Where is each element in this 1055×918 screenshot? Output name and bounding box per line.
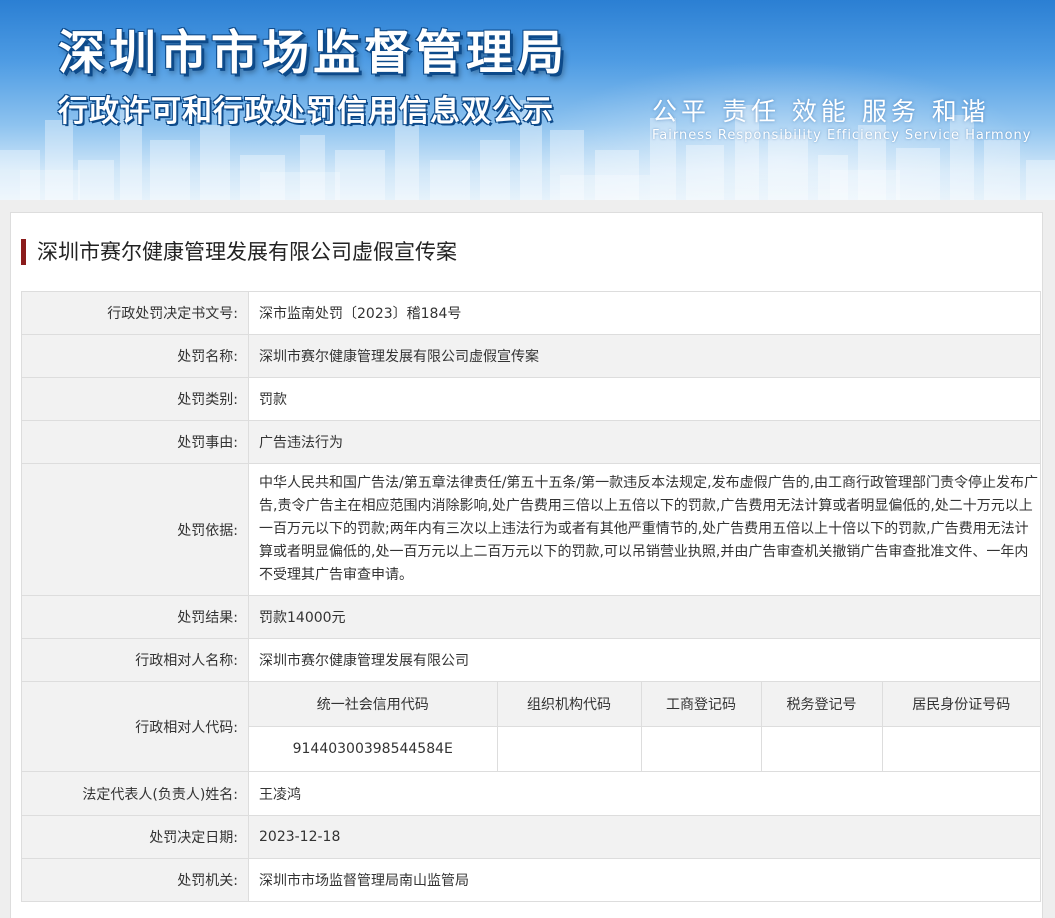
page-title: 深圳市赛尔健康管理发展有限公司虚假宣传案 xyxy=(21,239,457,265)
org-code-value xyxy=(497,726,642,771)
row-legal-rep: 法定代表人(负责人)姓名: 王凌鸿 xyxy=(21,771,1041,816)
penalty-type-value: 罚款 xyxy=(248,377,1041,421)
code-header: 税务登记号 xyxy=(761,682,883,727)
row-party-code: 行政相对人代码: 统一社会信用代码 组织机构代码 工商登记码 税务登记号 居民身… xyxy=(21,681,1041,772)
field-label: 处罚类别: xyxy=(21,377,249,421)
penalty-name-value: 深圳市赛尔健康管理发展有限公司虚假宣传案 xyxy=(248,334,1041,378)
row-penalty-reason: 处罚事由: 广告违法行为 xyxy=(21,420,1041,464)
header-banner: 深圳市市场监督管理局 行政许可和行政处罚信用信息双公示 公平 责任 效能 服务 … xyxy=(0,0,1055,200)
row-party-name: 行政相对人名称: 深圳市赛尔健康管理发展有限公司 xyxy=(21,638,1041,682)
penalty-result-value: 罚款14000元 xyxy=(248,595,1041,639)
row-penalty-result: 处罚结果: 罚款14000元 xyxy=(21,595,1041,639)
field-label: 行政相对人代码: xyxy=(21,681,249,772)
id-number-value xyxy=(882,726,1040,771)
field-label: 处罚依据: xyxy=(21,463,249,596)
row-authority: 处罚机关: 深圳市市场监督管理局南山监管局 xyxy=(21,858,1041,902)
code-header: 统一社会信用代码 xyxy=(249,682,498,727)
penalty-reason-value: 广告违法行为 xyxy=(248,420,1041,464)
row-decision-no: 行政处罚决定书文号: 深市监南处罚〔2023〕稽184号 xyxy=(21,291,1041,335)
party-code-cell: 统一社会信用代码 组织机构代码 工商登记码 税务登记号 居民身份证号码 9144… xyxy=(248,681,1041,772)
row-penalty-name: 处罚名称: 深圳市赛尔健康管理发展有限公司虚假宣传案 xyxy=(21,334,1041,378)
tax-reg-value xyxy=(761,726,883,771)
penalty-basis-value: 中华人民共和国广告法/第五章法律责任/第五十五条/第一款违反本法规定,发布虚假广… xyxy=(248,463,1041,596)
code-header-row: 统一社会信用代码 组织机构代码 工商登记码 税务登记号 居民身份证号码 xyxy=(249,682,1040,727)
row-penalty-type: 处罚类别: 罚款 xyxy=(21,377,1041,421)
business-reg-value xyxy=(641,726,762,771)
content-panel: 深圳市赛尔健康管理发展有限公司虚假宣传案 行政处罚决定书文号: 深市监南处罚〔2… xyxy=(10,212,1043,918)
code-header: 组织机构代码 xyxy=(497,682,642,727)
field-label: 处罚名称: xyxy=(21,334,249,378)
penalty-info-table: 行政处罚决定书文号: 深市监南处罚〔2023〕稽184号 处罚名称: 深圳市赛尔… xyxy=(21,291,1041,902)
decision-date-value: 2023-12-18 xyxy=(248,815,1041,859)
credit-code-value: 91440300398544584E xyxy=(249,726,498,771)
field-label: 处罚机关: xyxy=(21,858,249,902)
field-label: 行政相对人名称: xyxy=(21,638,249,682)
party-code-table: 统一社会信用代码 组织机构代码 工商登记码 税务登记号 居民身份证号码 9144… xyxy=(249,682,1040,771)
slogan-english: Fairness Responsibility Efficiency Servi… xyxy=(652,128,1032,143)
field-label: 处罚决定日期: xyxy=(21,815,249,859)
party-name-value: 深圳市赛尔健康管理发展有限公司 xyxy=(248,638,1041,682)
field-label: 处罚结果: xyxy=(21,595,249,639)
code-value-row: 91440300398544584E xyxy=(249,726,1040,771)
field-label: 法定代表人(负责人)姓名: xyxy=(21,771,249,816)
legal-rep-value: 王凌鸿 xyxy=(248,771,1041,816)
banner-subtitle: 行政许可和行政处罚信用信息双公示 xyxy=(58,94,554,129)
field-label: 处罚事由: xyxy=(21,420,249,464)
code-header: 工商登记码 xyxy=(641,682,762,727)
decision-number-value: 深市监南处罚〔2023〕稽184号 xyxy=(248,291,1041,335)
authority-value: 深圳市市场监督管理局南山监管局 xyxy=(248,858,1041,902)
agency-title: 深圳市市场监督管理局 xyxy=(58,26,568,81)
row-decision-date: 处罚决定日期: 2023-12-18 xyxy=(21,815,1041,859)
code-header: 居民身份证号码 xyxy=(882,682,1040,727)
slogan-chinese: 公平 责任 效能 服务 和谐 xyxy=(652,97,990,126)
field-label: 行政处罚决定书文号: xyxy=(21,291,249,335)
slogan: 公平 责任 效能 服务 和谐 Fairness Responsibility E… xyxy=(652,92,1032,143)
row-penalty-basis: 处罚依据: 中华人民共和国广告法/第五章法律责任/第五十五条/第一款违反本法规定… xyxy=(21,463,1041,596)
